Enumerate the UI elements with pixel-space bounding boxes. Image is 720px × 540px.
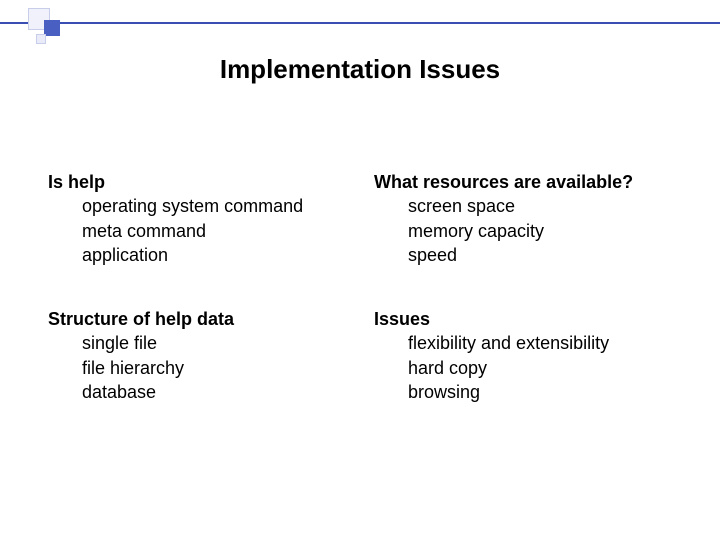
- block-items: flexibility and extensibility hard copy …: [374, 331, 680, 404]
- list-item: flexibility and extensibility: [408, 331, 680, 355]
- block-items: screen space memory capacity speed: [374, 194, 680, 267]
- slide-title: Implementation Issues: [0, 54, 720, 85]
- list-item: single file: [82, 331, 354, 355]
- block-heading: What resources are available?: [374, 170, 680, 194]
- list-item: application: [82, 243, 354, 267]
- block-items: single file file hierarchy database: [48, 331, 354, 404]
- block-structure: Structure of help data single file file …: [48, 307, 354, 404]
- block-items: operating system command meta command ap…: [48, 194, 354, 267]
- block-heading: Issues: [374, 307, 680, 331]
- list-item: hard copy: [408, 356, 680, 380]
- list-item: browsing: [408, 380, 680, 404]
- list-item: screen space: [408, 194, 680, 218]
- block-heading: Structure of help data: [48, 307, 354, 331]
- list-item: operating system command: [82, 194, 354, 218]
- square-decor-icon: [44, 20, 60, 36]
- block-resources: What resources are available? screen spa…: [374, 170, 680, 267]
- list-item: meta command: [82, 219, 354, 243]
- list-item: speed: [408, 243, 680, 267]
- block-heading: Is help: [48, 170, 354, 194]
- header-accent: [0, 0, 720, 34]
- list-item: database: [82, 380, 354, 404]
- header-rule: [0, 22, 720, 24]
- slide-content: Is help operating system command meta co…: [48, 170, 680, 404]
- block-is-help: Is help operating system command meta co…: [48, 170, 354, 267]
- block-issues: Issues flexibility and extensibility har…: [374, 307, 680, 404]
- list-item: memory capacity: [408, 219, 680, 243]
- square-decor-icon: [36, 34, 46, 44]
- list-item: file hierarchy: [82, 356, 354, 380]
